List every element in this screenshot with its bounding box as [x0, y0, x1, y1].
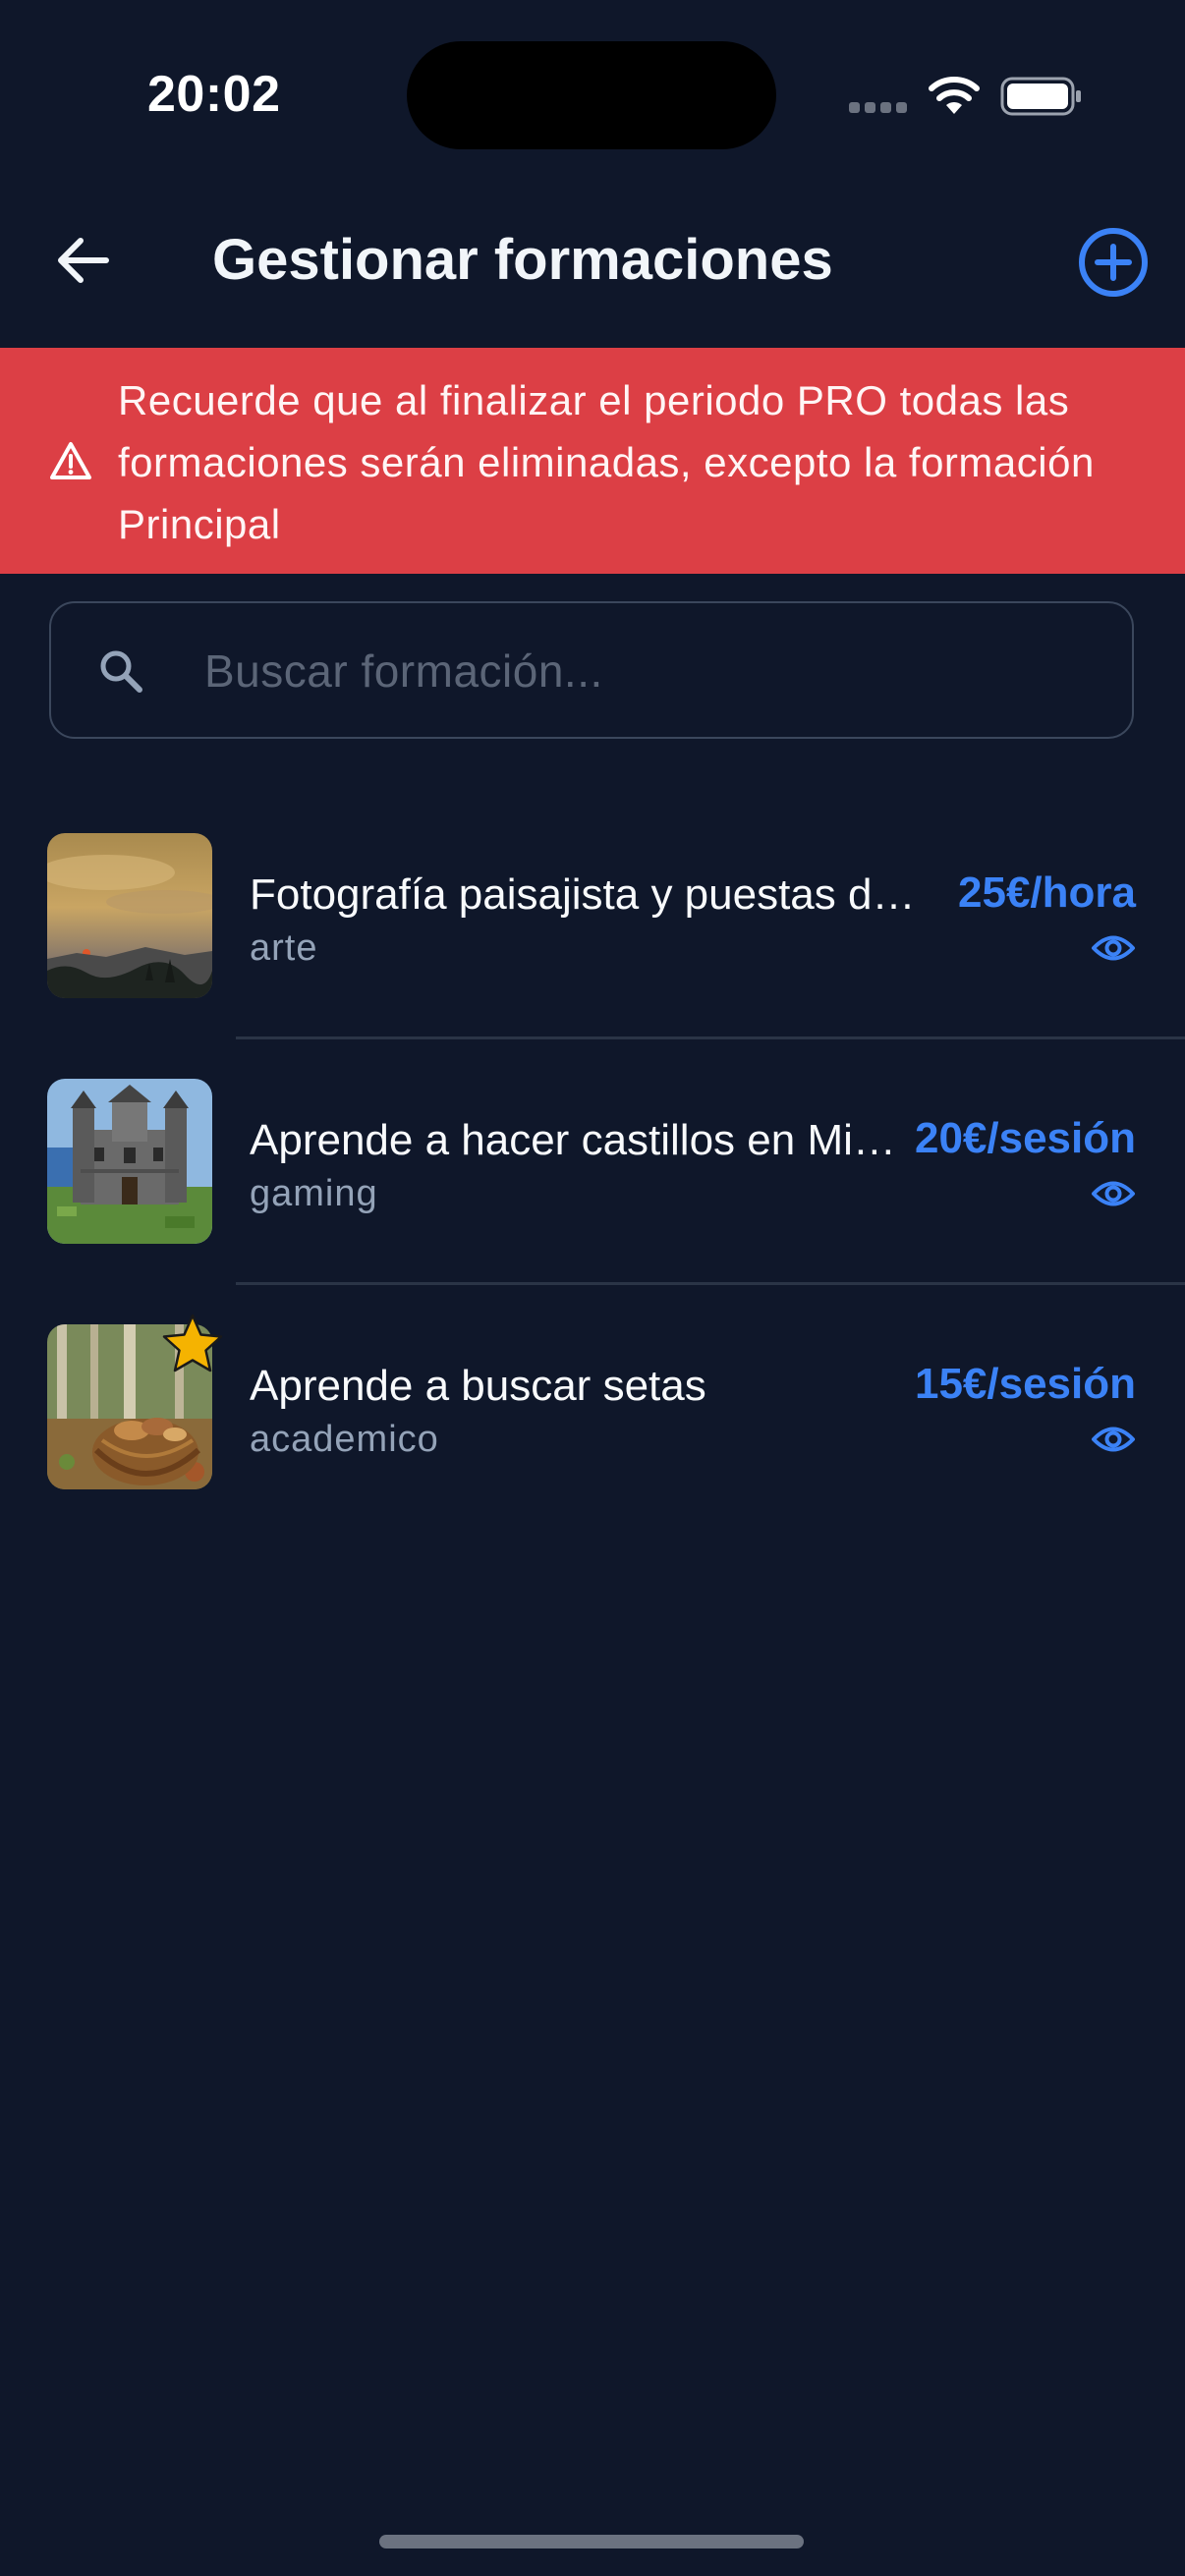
search-input[interactable]	[202, 633, 1091, 709]
add-training-button[interactable]	[1077, 226, 1150, 299]
search-icon	[100, 650, 142, 693]
training-price: 20€/sesión	[914, 1114, 1136, 1162]
search-box	[49, 601, 1134, 739]
training-title: Aprende a hacer castillos en Minecraft	[250, 1116, 918, 1164]
trainings-list: Fotografía paisajista y puestas de sol a…	[0, 794, 1185, 1531]
training-price: 25€/hora	[958, 868, 1136, 917]
principal-star-icon	[162, 1314, 223, 1372]
training-item[interactable]: Aprende a buscar setas academico 15€/ses…	[0, 1285, 1185, 1531]
training-title: Fotografía paisajista y puestas de sol	[250, 870, 918, 919]
wifi-icon	[929, 77, 980, 114]
training-thumbnail	[47, 1079, 212, 1244]
training-price: 15€/sesión	[914, 1360, 1136, 1408]
cellular-signal-icon	[849, 102, 908, 116]
eye-icon[interactable]	[1091, 1177, 1136, 1210]
nav-bar: Gestionar formaciones	[0, 196, 1185, 348]
training-category: arte	[250, 927, 318, 969]
back-button[interactable]	[49, 226, 118, 295]
eye-icon[interactable]	[1091, 931, 1136, 965]
dynamic-island	[407, 41, 776, 149]
training-category: gaming	[250, 1173, 378, 1214]
status-time: 20:02	[147, 66, 281, 123]
warning-triangle-icon	[50, 442, 91, 479]
page-title: Gestionar formaciones	[212, 228, 833, 292]
pro-warning-banner: Recuerde que al finalizar el periodo PRO…	[0, 348, 1185, 574]
eye-icon[interactable]	[1091, 1423, 1136, 1456]
battery-icon	[1000, 77, 1081, 116]
warning-text: Recuerde que al finalizar el periodo PRO…	[118, 377, 1095, 547]
home-indicator[interactable]	[379, 2535, 804, 2548]
status-bar: 20:02	[0, 0, 1185, 196]
training-title: Aprende a buscar setas	[250, 1362, 706, 1410]
training-item[interactable]: Aprende a hacer castillos en Minecraft g…	[0, 1039, 1185, 1285]
training-category: academico	[250, 1419, 439, 1460]
training-thumbnail	[47, 833, 212, 998]
training-item[interactable]: Fotografía paisajista y puestas de sol a…	[0, 794, 1185, 1039]
